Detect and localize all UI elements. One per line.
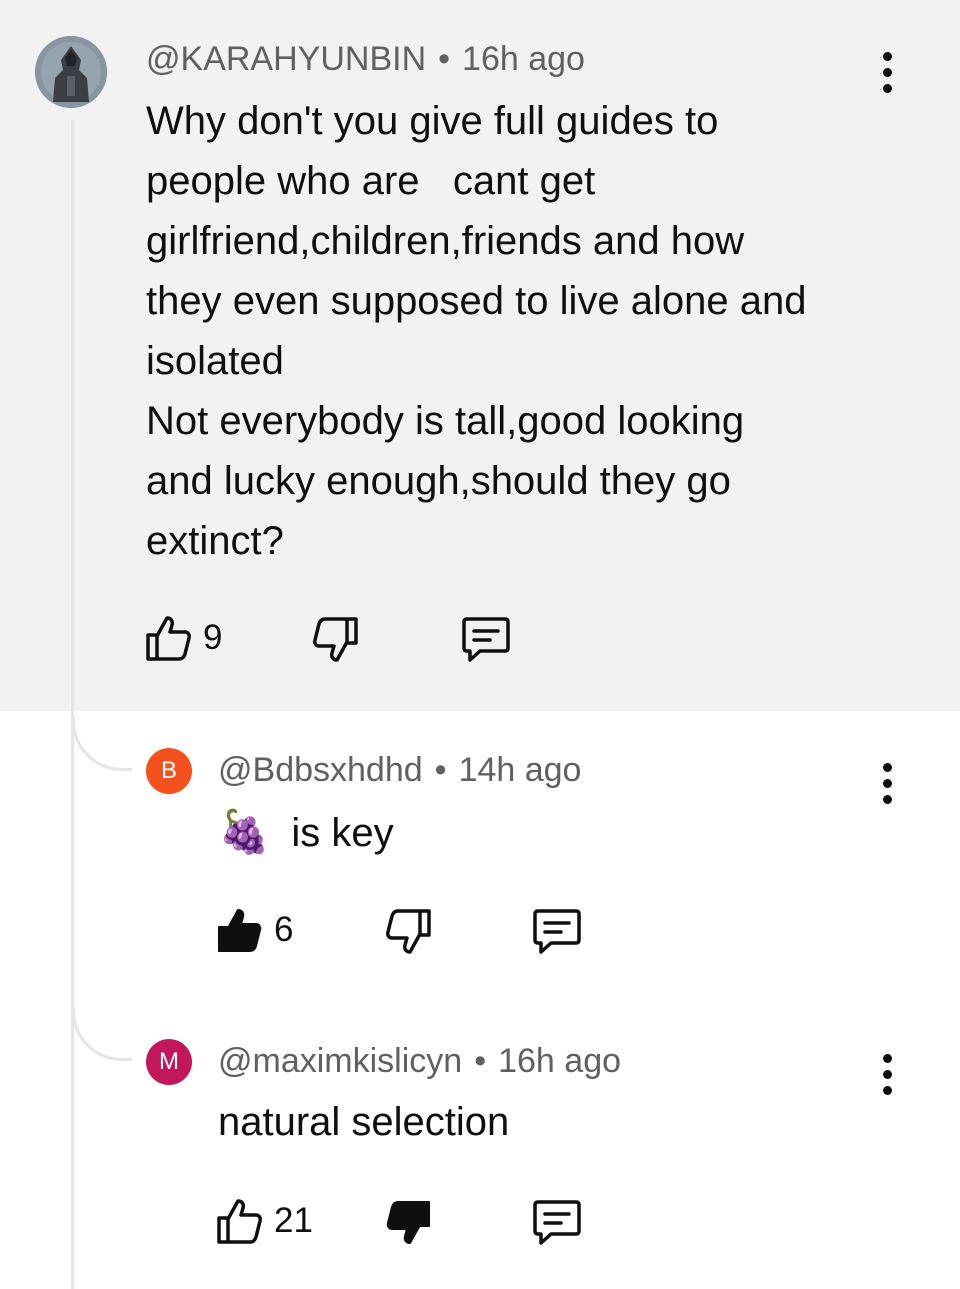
avatar[interactable] <box>35 36 107 108</box>
grapes-emoji: 🍇 <box>218 808 271 855</box>
username[interactable]: @maximkislicyn <box>218 1042 462 1080</box>
like-button[interactable]: 6 <box>216 906 293 954</box>
like-button[interactable]: 9 <box>145 614 222 662</box>
reply-text: natural selection <box>218 1100 510 1144</box>
dislike-button[interactable] <box>386 908 432 956</box>
thread-line <box>71 120 74 1289</box>
timestamp[interactable]: 16h ago <box>498 1042 621 1080</box>
avatar[interactable]: B <box>146 748 192 794</box>
username[interactable]: @KARAHYUNBIN <box>146 40 426 78</box>
like-count: 21 <box>274 1201 313 1240</box>
reply-text: 🍇 is key <box>218 808 394 855</box>
reply-branch-line <box>72 1006 132 1061</box>
reply-comment-icon <box>462 617 510 662</box>
thumbs-down-icon <box>386 1201 430 1244</box>
thumbs-up-icon <box>218 909 262 952</box>
reply-meta: @Bdbsxhdhd • 14h ago <box>218 751 582 789</box>
thumbs-down-icon <box>386 909 431 954</box>
reply-meta: @maximkislicyn • 16h ago <box>218 1042 622 1080</box>
comment-meta: @KARAHYUNBIN • 16h ago <box>146 40 585 78</box>
avatar[interactable]: M <box>146 1039 192 1085</box>
like-count: 9 <box>203 618 223 657</box>
reply-button[interactable] <box>531 908 583 956</box>
thumbs-down-icon <box>313 617 358 662</box>
timestamp[interactable]: 14h ago <box>459 751 582 789</box>
timestamp[interactable]: 16h ago <box>462 40 585 78</box>
reply-comment-icon <box>533 1200 581 1245</box>
more-vertical-icon[interactable] <box>875 1044 899 1104</box>
dislike-button[interactable] <box>386 1199 432 1247</box>
like-count: 6 <box>274 910 294 949</box>
reply-button[interactable] <box>460 616 512 664</box>
username[interactable]: @Bdbsxhdhd <box>218 751 423 789</box>
more-vertical-icon[interactable] <box>875 753 899 813</box>
reply-button[interactable] <box>531 1199 583 1247</box>
reply-comment-icon <box>533 909 581 954</box>
like-button[interactable]: 21 <box>216 1197 313 1245</box>
dislike-button[interactable] <box>313 616 359 664</box>
comment-text: Why don't you give full guides to people… <box>146 99 807 563</box>
thumbs-up-icon <box>146 616 191 661</box>
thumbs-up-icon <box>217 1199 262 1244</box>
reply-branch-line <box>72 716 132 771</box>
